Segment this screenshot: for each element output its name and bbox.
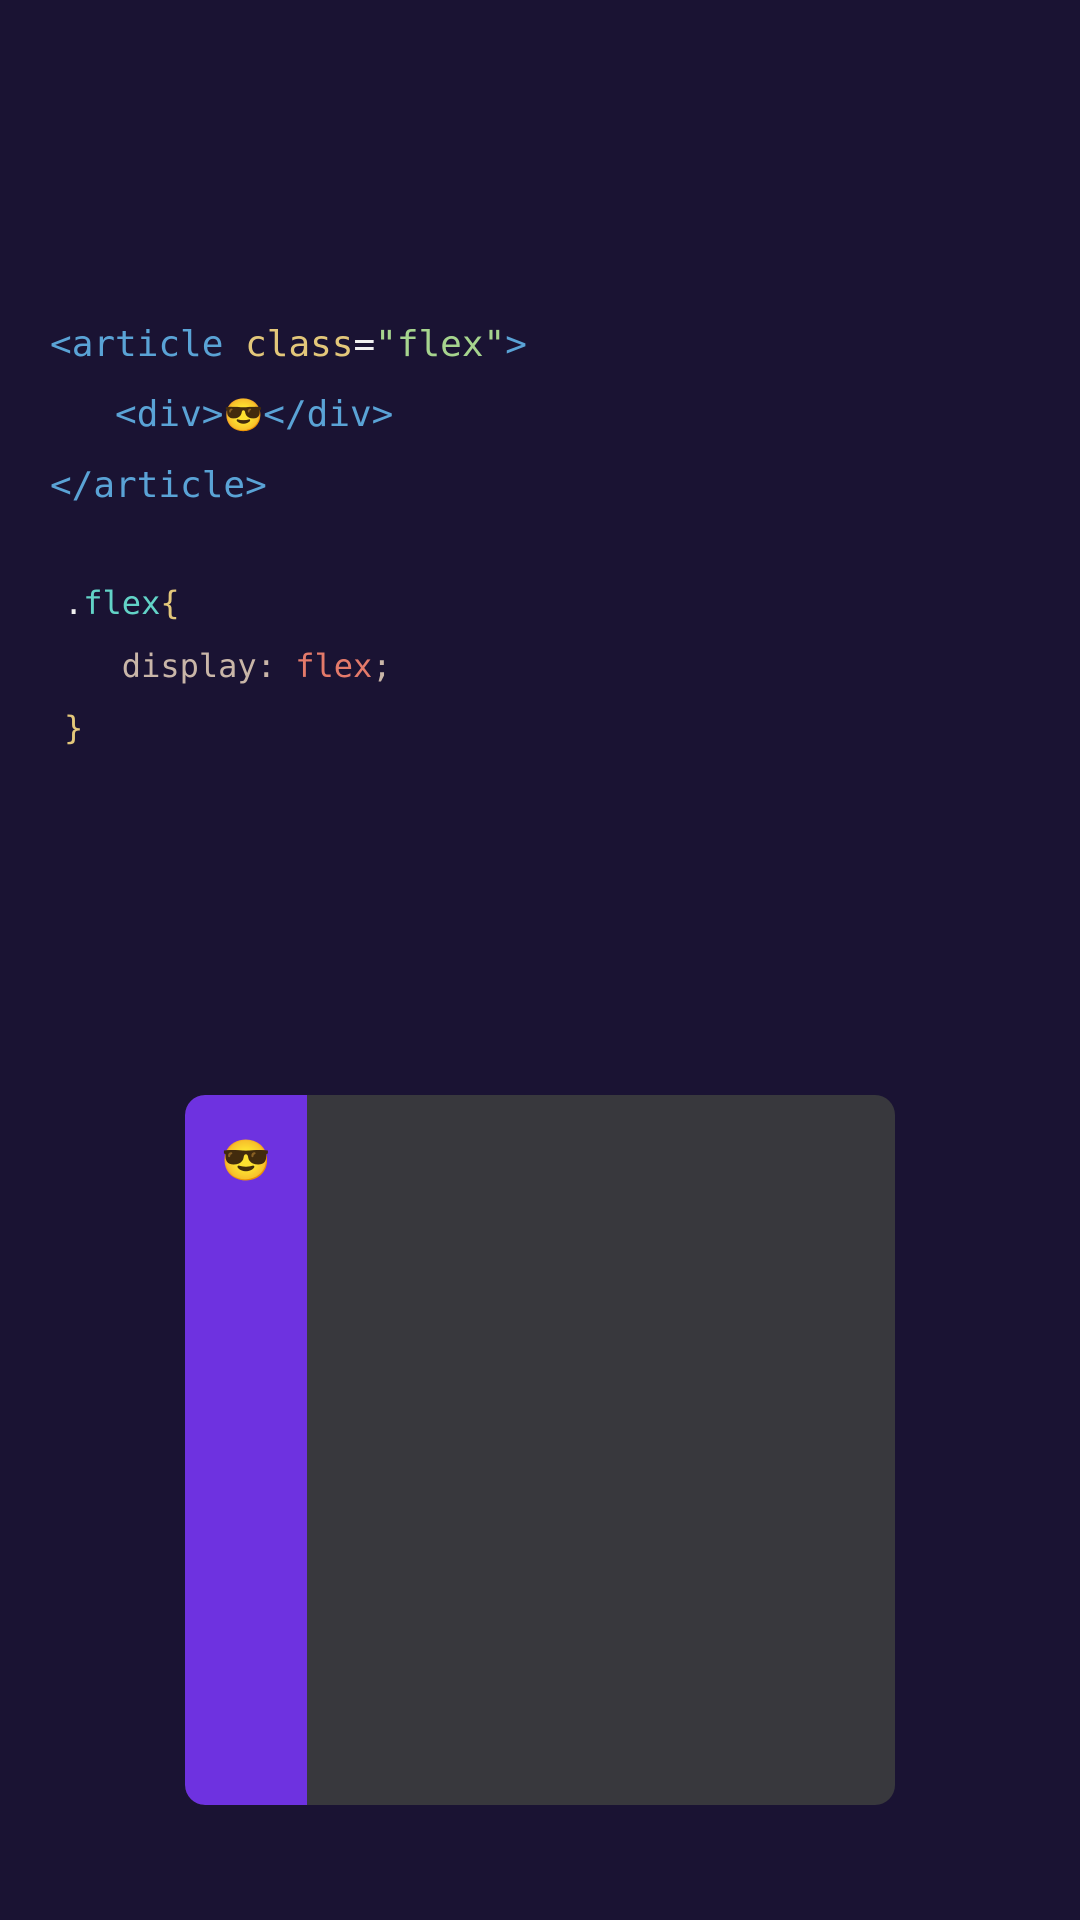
code-token: >	[505, 324, 527, 365]
code-token: div	[307, 394, 372, 435]
code-token: {	[160, 584, 179, 622]
code-token: article	[72, 324, 224, 365]
code-token	[50, 394, 115, 435]
code-token: flex	[83, 584, 160, 622]
code-token: >	[245, 465, 267, 506]
code-token: ;	[372, 647, 391, 685]
code-token	[276, 647, 295, 685]
code-token	[223, 324, 245, 365]
code-token: >	[202, 394, 224, 435]
code-token: "flex"	[375, 324, 505, 365]
code-token: div	[137, 394, 202, 435]
sunglasses-emoji-icon: 😎	[223, 397, 263, 433]
sunglasses-emoji-icon: 😎	[221, 1137, 271, 1184]
code-token: </	[50, 465, 93, 506]
code-token: <	[115, 394, 137, 435]
code-token: article	[93, 465, 245, 506]
code-token: </	[263, 394, 306, 435]
code-token: :	[257, 647, 276, 685]
code-token: flex	[295, 647, 372, 685]
code-token: =	[353, 324, 375, 365]
html-code-block: <article class="flex"> <div>😎</div> </ar…	[50, 240, 527, 521]
code-token: <	[50, 324, 72, 365]
css-code-block: .flex{ display: flex; }	[64, 510, 392, 760]
flex-preview-container: 😎	[185, 1095, 895, 1805]
code-token: display	[122, 647, 257, 685]
code-token: class	[245, 324, 353, 365]
code-token	[64, 647, 122, 685]
code-token: .	[64, 584, 83, 622]
code-token: }	[64, 709, 83, 747]
code-token: >	[372, 394, 394, 435]
flex-item-sidebar: 😎	[185, 1095, 307, 1805]
